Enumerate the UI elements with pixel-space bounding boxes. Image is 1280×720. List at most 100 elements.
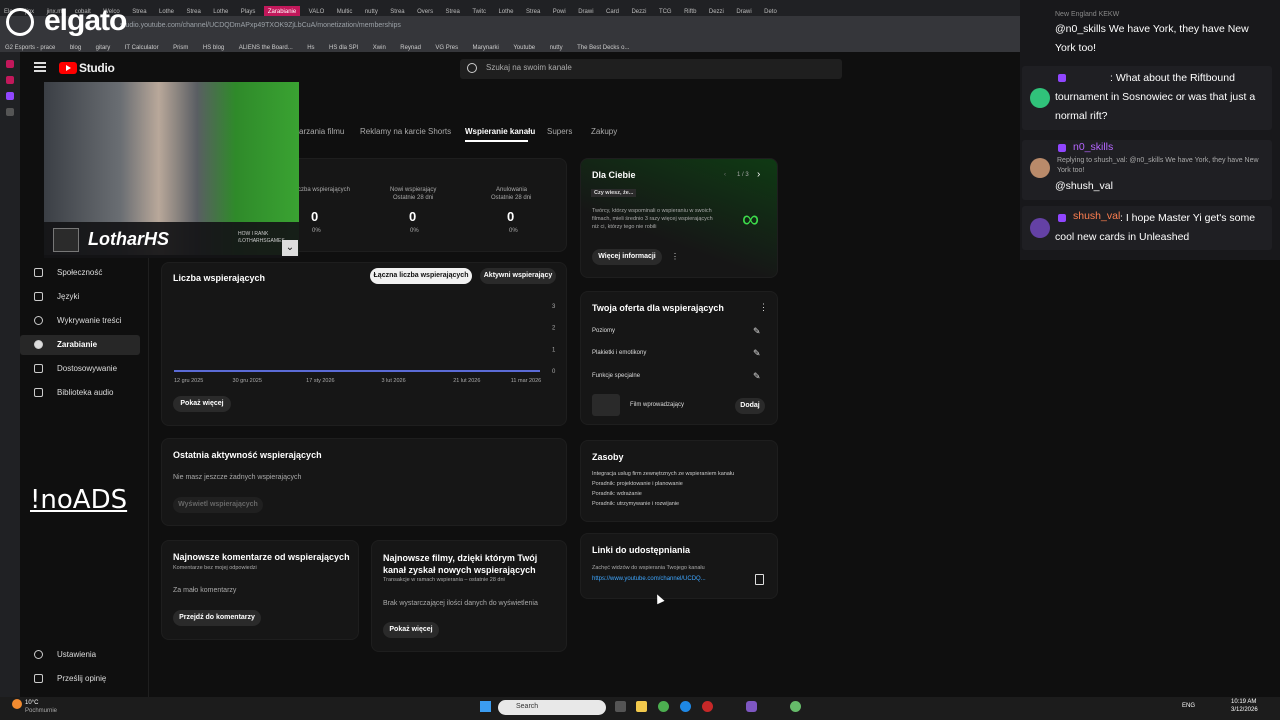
tab-video-monetization[interactable]: arzania filmu [299,127,344,136]
browser-tab[interactable]: Powi [549,6,570,16]
browser-tab-active[interactable]: Zarabianie [263,6,301,16]
browser-tab[interactable]: nutty [361,6,382,16]
sidebar-item-earn[interactable]: Zarabianie [20,335,140,355]
browser-tab[interactable]: Lothe [209,6,232,16]
studio-title[interactable]: Studio [79,61,115,75]
sidebar-item-audio-library[interactable]: Biblioteka audio [20,383,140,403]
twitch-icon[interactable] [6,92,14,100]
search-icon[interactable] [467,63,477,73]
active-supporters-toggle[interactable]: Aktywni wspierający [480,268,556,284]
tab-supers[interactable]: Supers [547,127,572,136]
show-more-button[interactable]: Pokaż więcej [173,396,231,412]
browser-tab[interactable]: Drawi [732,6,755,16]
resource-link[interactable]: Poradnik: wdrażanie [592,490,642,498]
bookmark[interactable]: Youtube [508,41,540,52]
weather-icon[interactable] [12,699,22,709]
discord-icon[interactable] [746,701,757,712]
bookmark[interactable]: IT Calculator [120,41,164,52]
more-info-button[interactable]: Więcej informacji [592,249,662,265]
browser-tab[interactable]: Riftb [680,6,700,16]
tab-shorts-ads[interactable]: Reklamy na karcie Shorts [360,127,451,136]
browser-tab[interactable]: Dezzi [705,6,728,16]
browser-tab[interactable]: VALO [305,6,329,16]
share-link[interactable]: https://www.youtube.com/channel/UCDQ... [592,576,706,582]
task-view-icon[interactable] [615,701,626,712]
chat-username: n0_skills [1073,141,1114,153]
view-supporters-button[interactable]: Wyświetl wspierających [173,497,263,513]
clock-time[interactable]: 10:19 AM [1231,699,1256,705]
menu-icon[interactable] [34,62,46,72]
youtube-logo-icon[interactable] [59,62,77,74]
windows-start-icon[interactable] [480,701,491,712]
language-indicator[interactable]: ENG [1182,703,1195,709]
show-more-button[interactable]: Pokaż więcej [383,622,439,638]
sidebar-item-feedback[interactable]: Prześlij opinię [20,669,140,689]
stat-label: Nowi wspierający [390,187,437,193]
streamer-logo [53,228,79,252]
pencil-icon[interactable]: ✎ [753,372,762,381]
more-options-icon[interactable]: ⋮ [671,252,679,261]
bookmark[interactable]: The Best Decks o... [572,41,634,52]
app-icon[interactable] [6,60,14,68]
bookmark[interactable]: Reynad [395,41,426,52]
file-explorer-icon[interactable] [636,701,647,712]
tab-memberships[interactable]: Wspieranie kanału [465,127,535,136]
browser-tab[interactable]: Deto [760,6,781,16]
bookmark[interactable]: VG Pres [430,41,463,52]
browser-tab[interactable]: Plays [237,6,260,16]
app-icon[interactable] [702,701,713,712]
bookmark[interactable]: Xwin [368,41,391,52]
copy-icon[interactable] [755,574,764,585]
browser-tab[interactable]: Lothe [494,6,517,16]
pencil-icon[interactable]: ✎ [753,349,762,358]
total-supporters-toggle[interactable]: Łączna liczba wspierających [370,268,472,284]
browser-tab[interactable]: Twitc [468,6,490,16]
bookmark[interactable]: Marynarki [468,41,504,52]
browser-tab[interactable]: Multic [333,6,357,16]
resource-link[interactable]: Integracja usług firm zewnętrznych ze ws… [592,470,734,478]
bookmark[interactable]: G2 Esports - prace [0,41,60,52]
pencil-icon[interactable]: ✎ [753,327,762,336]
clock-date[interactable]: 3/12/2026 [1231,707,1258,713]
browser-tab[interactable]: TCG [655,6,676,16]
bookmark[interactable]: nutty [545,41,568,52]
browser-tab[interactable]: Card [602,6,623,16]
sidebar-item-settings[interactable]: Ustawienia [20,645,140,665]
resource-link[interactable]: Poradnik: utrzymywanie i rozwijanie [592,500,679,508]
tab-shopping[interactable]: Zakupy [591,127,617,136]
bookmark[interactable]: ALIENS the Board... [234,41,298,52]
sidebar-item-languages[interactable]: Języki [20,287,140,307]
chrome-icon[interactable] [658,701,669,712]
edge-icon[interactable] [680,701,691,712]
bookmark[interactable]: HS dla SPI [324,41,363,52]
browser-tab[interactable]: Drawi [574,6,597,16]
browser-tab[interactable]: Strea [522,6,544,16]
browser-tab[interactable]: Strea [442,6,464,16]
chevron-left-icon[interactable]: ‹ [724,172,726,178]
bookmark[interactable]: HS blog [198,41,229,52]
browser-tab[interactable]: Strea [386,6,408,16]
x-icon[interactable] [6,108,14,116]
app-icon[interactable] [6,76,14,84]
url-text[interactable]: studio.youtube.com/channel/UCDQDmAPxp49T… [120,22,401,29]
sidebar-item-customization[interactable]: Dostosowywanie [20,359,140,379]
app-icon[interactable] [790,701,801,712]
more-options-icon[interactable]: ⋮ [759,302,768,313]
bookmark[interactable]: Hs [302,41,319,52]
add-button[interactable]: Dodaj [735,398,765,414]
sidebar-item-content-detection[interactable]: Wykrywanie treści [20,311,140,331]
go-to-comments-button[interactable]: Przejdź do komentarzy [173,610,261,626]
taskbar-search[interactable] [498,700,606,715]
browser-tab[interactable]: Dezzi [627,6,650,16]
browser-tab[interactable]: Strea [182,6,204,16]
resource-link[interactable]: Poradnik: projektowanie i planowanie [592,480,683,488]
chevron-right-icon[interactable]: › [757,169,760,180]
browser-tab[interactable]: Overs [413,6,437,16]
bookmark[interactable]: gitary [91,41,116,52]
bookmark[interactable]: Prism [168,41,193,52]
search-input[interactable]: Szukaj na swoim kanale [486,63,572,72]
browser-tab[interactable]: Strea [128,6,150,16]
browser-tab[interactable]: Lothe [155,6,178,16]
bookmark[interactable]: blog [65,41,86,52]
sidebar-item-community[interactable]: Społeczność [20,263,140,283]
